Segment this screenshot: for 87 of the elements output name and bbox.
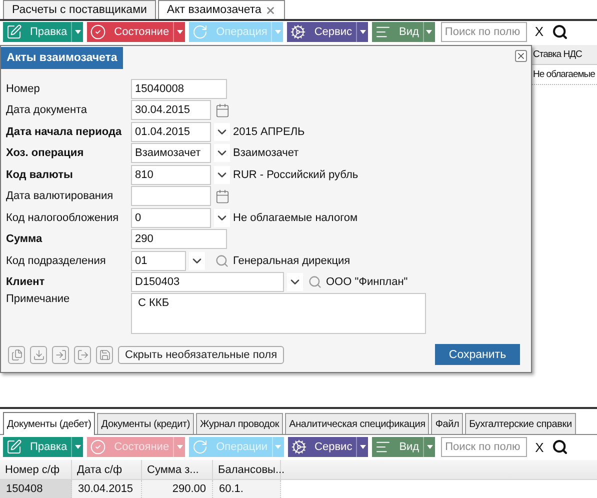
- dialog-title: Акты взаимозачета: [1, 46, 123, 69]
- hide-optional-button[interactable]: Скрыть необязательные поля: [118, 346, 284, 364]
- calendar-icon[interactable]: [214, 188, 230, 204]
- column-header: Номер с/ф: [0, 460, 72, 479]
- input-field[interactable]: 810: [131, 164, 211, 185]
- caret-icon[interactable]: [426, 30, 432, 34]
- pen-square-icon: [6, 24, 22, 40]
- field-label: Код налогообложения: [6, 212, 120, 224]
- rotate-icon: [192, 439, 208, 456]
- field-label: Дата документа: [6, 104, 88, 116]
- input-field[interactable]: 30.04.2015: [131, 100, 211, 120]
- search-icon[interactable]: [552, 439, 568, 456]
- field-label: Дата начала периода: [6, 126, 123, 138]
- arrow-into-box-icon[interactable]: [54, 348, 66, 361]
- tab[interactable]: Документы (дебет): [3, 412, 96, 436]
- tab[interactable]: Файл: [431, 413, 464, 434]
- caret-icon[interactable]: [360, 30, 366, 34]
- search-field[interactable]: Поиск по полю: [441, 437, 528, 458]
- note-field[interactable]: С ККБ: [131, 293, 426, 334]
- field-description: RUR - Российский рубль: [233, 168, 358, 181]
- toolbar-button[interactable]: Состояние: [87, 22, 186, 42]
- tab[interactable]: Акт взаимозачета: [158, 0, 286, 19]
- toolbar-button[interactable]: Вид: [372, 437, 436, 458]
- field-label: Код валюты: [6, 168, 74, 181]
- copy-icon[interactable]: [10, 348, 22, 361]
- caret-icon[interactable]: [74, 30, 81, 34]
- column-header: Дата с/ф: [72, 460, 142, 479]
- copy-button[interactable]: [8, 346, 25, 364]
- table-cell: 60.1.: [213, 480, 281, 498]
- arrow-out-box-icon[interactable]: [76, 348, 88, 361]
- arrow-into-box-button[interactable]: [52, 346, 69, 364]
- search-field[interactable]: Поиск по полю: [440, 22, 527, 42]
- field-label: Примечание: [6, 293, 71, 306]
- tab[interactable]: Расчеты с поставщиками: [3, 0, 156, 19]
- field-description: 2015 АПРЕЛЬ: [233, 126, 305, 138]
- column-header: Сумма з...: [142, 460, 213, 479]
- toolbar-button[interactable]: Правка: [3, 437, 84, 458]
- input-field[interactable]: 01: [131, 250, 186, 271]
- table-cell: 290.00: [142, 480, 213, 498]
- tab[interactable]: Журнал проводок: [196, 413, 284, 434]
- check-circle-icon: [90, 24, 106, 40]
- field-description: Не облагаемые налогом: [233, 212, 358, 224]
- field-label: Клиент: [6, 276, 46, 288]
- download-button[interactable]: [30, 346, 47, 364]
- input-field[interactable]: [131, 186, 211, 206]
- tab[interactable]: Бухгалтерские справки: [465, 413, 576, 434]
- field-label: Сумма: [6, 233, 44, 246]
- download-icon[interactable]: [32, 348, 44, 361]
- field-label: Код подразделения: [6, 254, 107, 267]
- column-header: Балансовы...: [213, 460, 281, 479]
- clear-button[interactable]: X: [535, 440, 544, 455]
- caret-icon[interactable]: [360, 445, 366, 450]
- gear-icon: [290, 24, 306, 40]
- input-field[interactable]: 15040008: [131, 78, 227, 99]
- tab[interactable]: Документы (кредит): [97, 413, 194, 434]
- input-field[interactable]: 0: [131, 208, 211, 228]
- gear-icon: [290, 439, 307, 456]
- calendar-icon[interactable]: [214, 102, 230, 118]
- rotate-icon: [192, 24, 208, 40]
- field-label: Дата валютирования: [6, 190, 114, 202]
- toolbar-button[interactable]: Правка: [3, 22, 84, 42]
- toolbar-button[interactable]: Сервис: [288, 437, 368, 458]
- clear-button[interactable]: X: [534, 24, 544, 40]
- input-field[interactable]: Взаимозачет: [131, 143, 211, 164]
- column-header: Ставка НДС: [532, 44, 597, 65]
- tab[interactable]: Аналитическая спецификация: [285, 413, 430, 434]
- table-cell: 150408: [0, 480, 72, 498]
- toolbar-button[interactable]: Вид: [372, 22, 435, 42]
- caret-icon[interactable]: [426, 445, 433, 450]
- field-label: Номер: [6, 82, 41, 95]
- input-field[interactable]: D150403: [131, 272, 284, 292]
- input-field[interactable]: 290: [131, 229, 227, 250]
- check-circle-icon: [90, 439, 106, 456]
- field-description: ООО "Финплан": [326, 276, 408, 288]
- caret-icon[interactable]: [74, 445, 81, 450]
- arrow-out-box-button[interactable]: [74, 346, 91, 364]
- pen-square-icon: [6, 439, 22, 456]
- floppy-disk-button[interactable]: [96, 346, 113, 364]
- save-button[interactable]: Сохранить: [435, 344, 520, 366]
- field-label: Хоз. операция: [6, 147, 85, 160]
- input-field[interactable]: 01.04.2015: [131, 122, 211, 142]
- table-cell: 30.04.2015: [72, 480, 142, 498]
- toolbar-button[interactable]: Сервис: [287, 22, 368, 42]
- search-icon[interactable]: [552, 24, 568, 40]
- field-description: Взаимозачет: [233, 147, 299, 160]
- caret-icon[interactable]: [176, 30, 183, 34]
- field-description: Генеральная дирекция: [233, 254, 350, 267]
